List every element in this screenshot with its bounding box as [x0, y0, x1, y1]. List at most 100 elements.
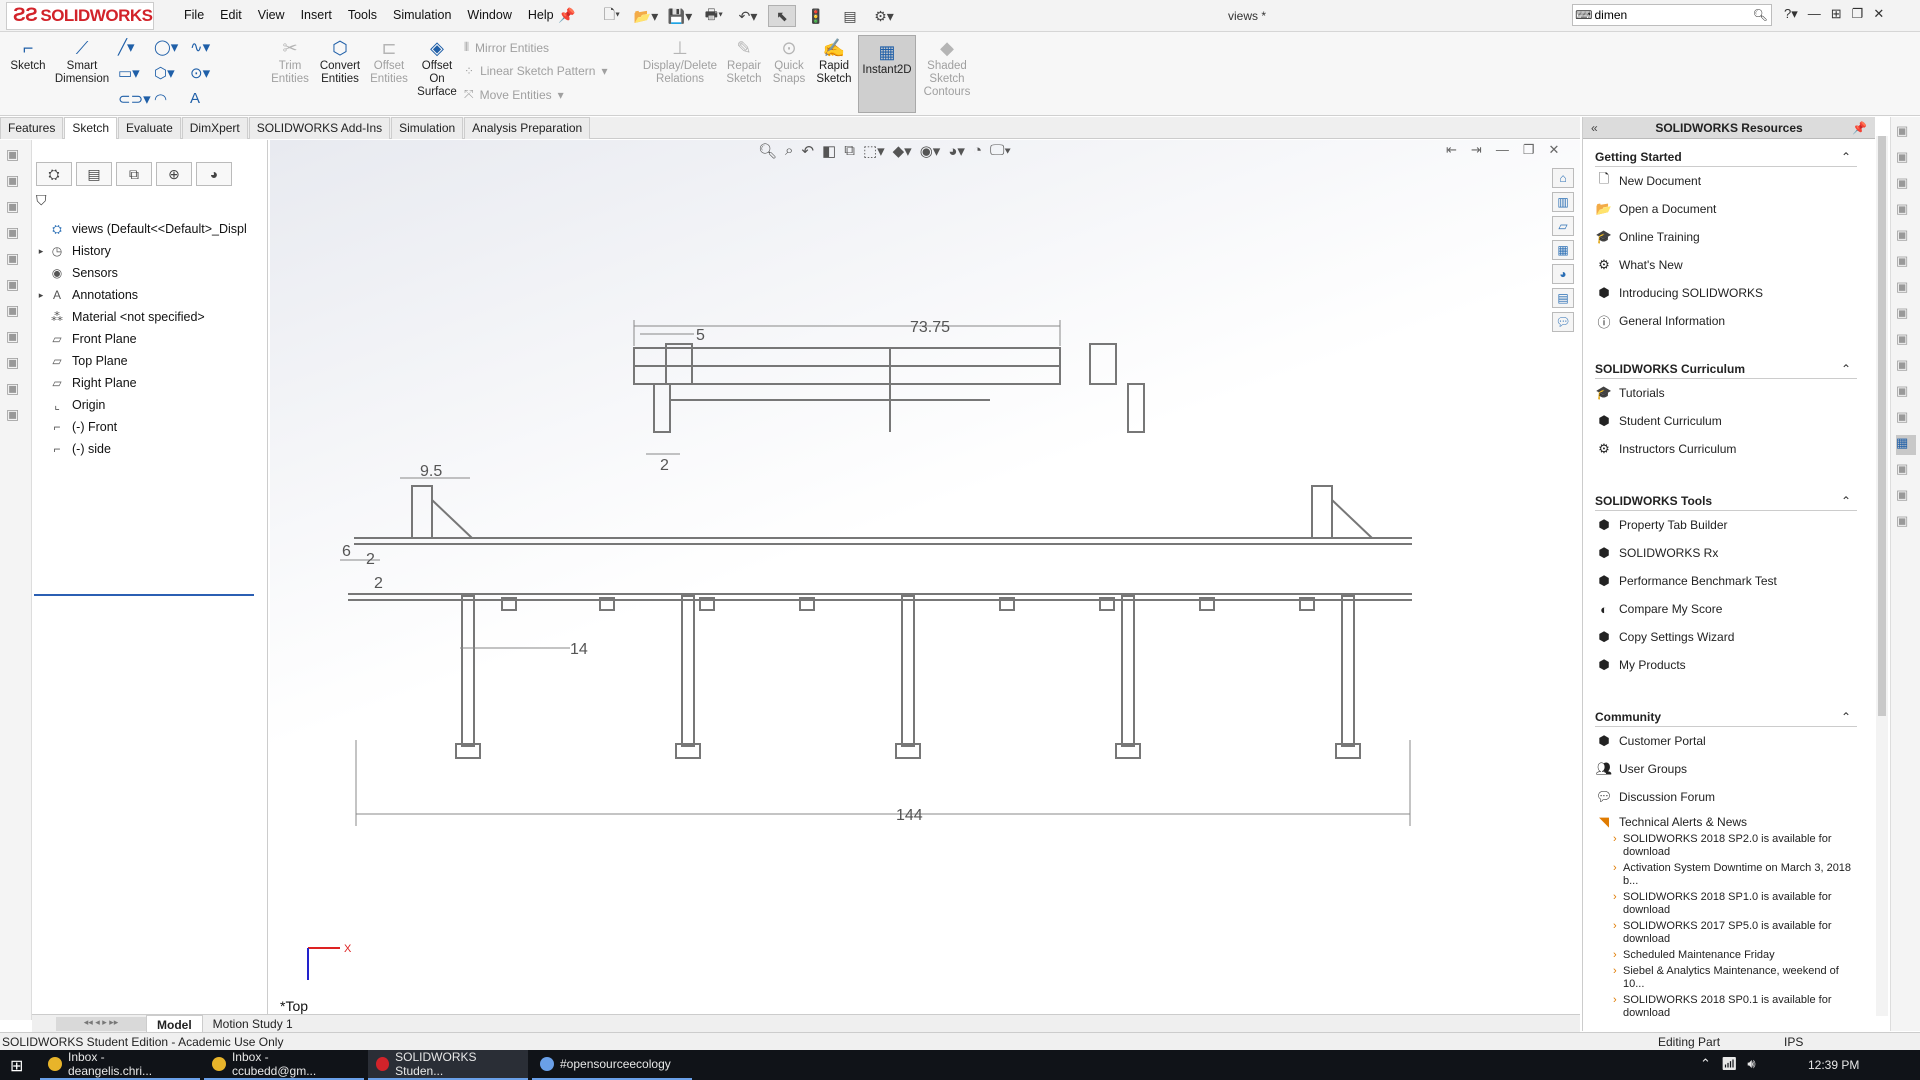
configuration-manager-icon[interactable]: ⧉: [116, 162, 152, 186]
link-discussion-forum[interactable]: 💬︎ Discussion Forum: [1595, 783, 1857, 811]
search-icon[interactable]: 🔍︎: [1750, 8, 1772, 22]
tool-icon[interactable]: ▣: [1896, 357, 1916, 377]
chevron-up-icon[interactable]: ⌃: [1841, 147, 1851, 167]
section-header[interactable]: Getting Started ⌃: [1595, 147, 1857, 167]
tool-icon[interactable]: ▣: [1896, 227, 1916, 247]
link-student-curriculum[interactable]: ⬢ Student Curriculum: [1595, 407, 1857, 435]
view-palette-icon[interactable]: ▦: [1552, 240, 1574, 260]
link-customer-portal[interactable]: ⬢ Customer Portal: [1595, 727, 1857, 755]
save-icon[interactable]: 💾▾: [666, 5, 694, 27]
appearances-icon[interactable]: ◕: [1552, 264, 1574, 284]
tool-icon[interactable]: ▣: [6, 380, 26, 400]
graphics-area[interactable]: 🔍︎ ⌕ ↶ ◧ ⧉ ⬚▾ ◆▾ ◉▾ ◕▾ ◔ 🖵▾ ⇤ ⇥ — ❐ ✕ 73…: [270, 140, 1580, 1020]
forum-icon[interactable]: 💬︎: [1552, 312, 1574, 332]
pin-menu-icon[interactable]: 📌: [558, 7, 575, 24]
home-icon[interactable]: ⌂: [1552, 168, 1574, 188]
tab-motion-study[interactable]: Motion Study 1: [203, 1015, 303, 1033]
tool-icon[interactable]: ▣: [1896, 279, 1916, 299]
section-header[interactable]: SOLIDWORKS Curriculum ⌃: [1595, 359, 1857, 379]
link-compare-score[interactable]: ◐ Compare My Score: [1595, 595, 1857, 623]
link-instructors-curriculum[interactable]: ⚙ Instructors Curriculum: [1595, 435, 1857, 463]
repair-sketch-button[interactable]: ✎ Repair Sketch: [724, 36, 764, 86]
tree-item-sensors[interactable]: ◉ Sensors: [34, 262, 264, 284]
rapid-sketch-button[interactable]: ✍ Rapid Sketch: [814, 36, 854, 86]
tool-icon[interactable]: ▣: [1896, 513, 1916, 533]
file-properties-icon[interactable]: ▤: [836, 5, 864, 27]
windows-start-icon[interactable]: ⊞: [10, 1056, 23, 1076]
display-manager-icon[interactable]: ◕: [196, 162, 232, 186]
tree-item-origin[interactable]: ⌞ Origin: [34, 394, 264, 416]
link-online-training[interactable]: 🎓 Online Training: [1595, 223, 1857, 251]
clock[interactable]: 12:39 PM: [1808, 1058, 1859, 1072]
link-solidworks-rx[interactable]: ⬢ SOLIDWORKS Rx: [1595, 539, 1857, 567]
tool-icon[interactable]: ▣: [6, 198, 26, 218]
dropdown-icon[interactable]: ▾: [601, 64, 607, 78]
news-item[interactable]: SOLIDWORKS 2018 SP1.0 is available for d…: [1613, 891, 1857, 917]
link-copy-settings[interactable]: ⬢ Copy Settings Wizard: [1595, 623, 1857, 651]
task-pane-scrollbar[interactable]: [1876, 136, 1888, 1016]
scrollbar-thumb[interactable]: [1878, 136, 1886, 716]
select-cursor-icon[interactable]: ⬉: [768, 5, 796, 27]
news-item[interactable]: SOLIDWORKS 2017 SP5.0 is available for d…: [1613, 920, 1857, 946]
spline-icon[interactable]: ∿▾: [190, 38, 224, 62]
link-my-products[interactable]: ⬢ My Products: [1595, 651, 1857, 679]
display-delete-relations-button[interactable]: ⊥ Display/Delete Relations: [638, 36, 722, 86]
tree-item-top-plane[interactable]: ▱ Top Plane: [34, 350, 264, 372]
link-tutorials[interactable]: 🎓 Tutorials: [1595, 379, 1857, 407]
tool-icon[interactable]: ▣: [1896, 201, 1916, 221]
convert-entities-button[interactable]: ⬡ Convert Entities: [316, 36, 364, 86]
tool-icon[interactable]: ▣: [6, 250, 26, 270]
volume-icon[interactable]: 🔊︎: [1747, 1056, 1755, 1072]
menu-help[interactable]: Help: [520, 8, 562, 22]
tool-icon[interactable]: ▣: [6, 406, 26, 426]
text-icon[interactable]: A: [190, 90, 224, 114]
solidworks-logo[interactable]: ƧƧ SOLIDWORKS: [6, 2, 154, 30]
expand-icon[interactable]: ▸: [34, 246, 48, 257]
tool-icon[interactable]: ▣: [1896, 305, 1916, 325]
offset-entities-button[interactable]: ⊏ Offset Entities: [368, 36, 410, 86]
tab-simulation[interactable]: Simulation: [391, 117, 464, 139]
dimension-label[interactable]: 14: [570, 641, 588, 658]
tool-icon[interactable]: ▣: [1896, 123, 1916, 143]
tool-icon[interactable]: ▣: [6, 172, 26, 192]
polygon-icon[interactable]: ⬡▾: [154, 64, 188, 88]
tool-icon[interactable]: ▣: [6, 302, 26, 322]
menu-tools[interactable]: Tools: [340, 8, 385, 22]
help-icon[interactable]: ?▾: [1784, 6, 1798, 22]
tree-item-history[interactable]: ▸ ◷ History: [34, 240, 264, 262]
link-user-groups[interactable]: 👥︎ User Groups: [1595, 755, 1857, 783]
move-entities-button[interactable]: ⤧ Move Entities ▾: [464, 87, 608, 102]
link-whats-new[interactable]: ⚙ What's New: [1595, 251, 1857, 279]
arc-icon[interactable]: ◠: [154, 90, 188, 114]
news-item[interactable]: SOLIDWORKS 2018 SP2.0 is available for d…: [1613, 833, 1857, 859]
link-new-document[interactable]: 🗋 New Document: [1595, 167, 1857, 195]
link-benchmark-test[interactable]: ⬢ Performance Benchmark Test: [1595, 567, 1857, 595]
dimension-label[interactable]: 73.75: [910, 319, 950, 336]
section-header[interactable]: SOLIDWORKS Tools ⌃: [1595, 491, 1857, 511]
circle-icon[interactable]: ◯▾: [154, 38, 188, 62]
dimension-label[interactable]: 2: [374, 575, 383, 592]
section-header[interactable]: Community ⌃: [1595, 707, 1857, 727]
tree-item-sketch-side[interactable]: ⌐ (-) side: [34, 438, 264, 460]
file-explorer-icon[interactable]: ▱: [1552, 216, 1574, 236]
custom-properties-icon[interactable]: ▤: [1552, 288, 1574, 308]
menu-view[interactable]: View: [250, 8, 293, 22]
tool-icon[interactable]: ▣: [6, 354, 26, 374]
search-box[interactable]: ⌨ 🔍︎: [1572, 4, 1772, 26]
undo-icon[interactable]: ↶▾: [734, 5, 762, 27]
rollback-bar[interactable]: [34, 594, 254, 596]
menu-simulation[interactable]: Simulation: [385, 8, 459, 22]
dimxpert-manager-icon[interactable]: ⊕: [156, 162, 192, 186]
instant2d-button[interactable]: ▦ Instant2D: [858, 35, 916, 113]
linear-sketch-pattern-button[interactable]: ⁘ Linear Sketch Pattern ▾: [464, 64, 608, 78]
network-icon[interactable]: 📶︎: [1721, 1056, 1738, 1072]
taskbar-item-solidworks[interactable]: SOLIDWORKS Studen...: [368, 1050, 528, 1080]
line-icon[interactable]: ╱▾: [118, 38, 152, 62]
viewport-close-icon[interactable]: ✕: [1548, 142, 1559, 158]
chevron-up-icon[interactable]: ⌃: [1841, 491, 1851, 511]
design-library-icon[interactable]: ▥: [1552, 192, 1574, 212]
tool-icon[interactable]: ▣: [1896, 331, 1916, 351]
chevron-up-icon[interactable]: ⌃: [1841, 707, 1851, 727]
dimension-label[interactable]: 9.5: [420, 463, 442, 480]
taskbar-item-chrome-2[interactable]: Inbox - ccubedd@gm...: [204, 1050, 364, 1080]
